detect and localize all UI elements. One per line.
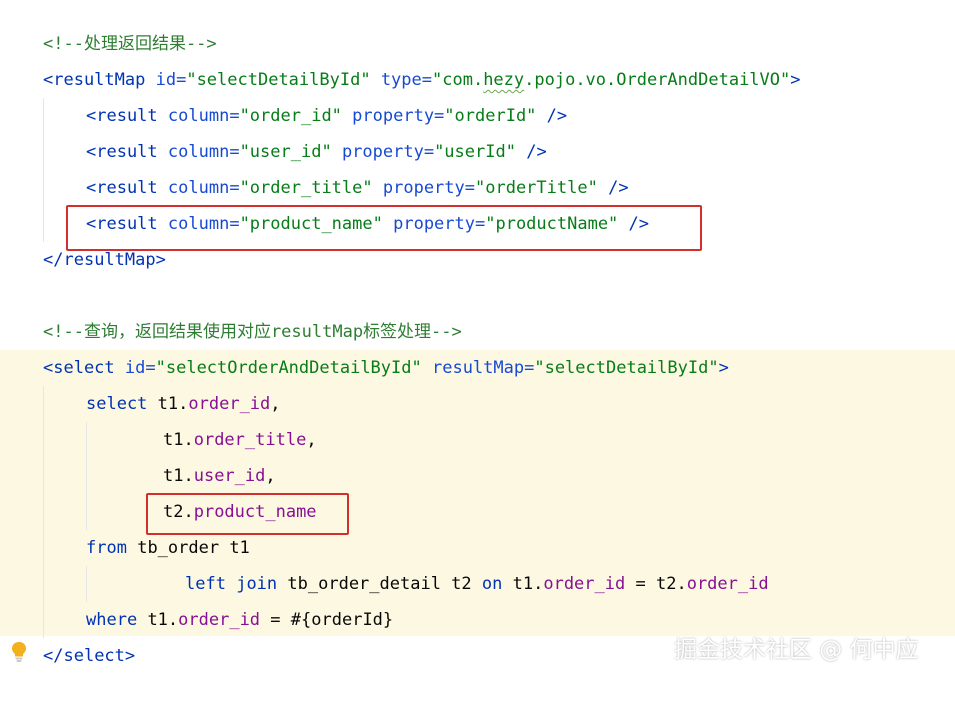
code-line-result: <result column="order_title" property="o… — [0, 170, 955, 206]
code-line-sql: from tb_order t1 — [0, 530, 955, 566]
select-open-tag: <select id="selectOrderAndDetailById" re… — [43, 358, 729, 378]
code-line-sql: left join tb_order_detail t2 on t1.order… — [0, 566, 955, 602]
resultmap-close-tag: </resultMap> — [43, 250, 166, 270]
code-line-sql: select t1.order_id, — [0, 386, 955, 422]
sql-where: where t1.order_id = #{orderId} — [86, 610, 394, 630]
code-line-result: <result column="user_id" property="userI… — [0, 134, 955, 170]
xml-comment: <!--处理返回结果--> — [43, 34, 217, 54]
xml-comment: <!--查询，返回结果使用对应resultMap标签处理--> — [43, 322, 462, 342]
code-line-resultmap-close: </resultMap> — [0, 242, 955, 278]
spellcheck-squiggle: hezy — [483, 70, 525, 90]
code-line-sql: t1.user_id, — [0, 458, 955, 494]
code-line-select-open: <select id="selectOrderAndDetailById" re… — [0, 350, 955, 386]
resultmap-open-tag: <resultMap id="selectDetailById" type="c… — [43, 70, 801, 90]
code-line-comment2: <!--查询，返回结果使用对应resultMap标签处理--> — [0, 314, 955, 350]
sql-select: select t1.order_id, — [86, 394, 281, 414]
code-line-result: <result column="order_id" property="orde… — [0, 98, 955, 134]
watermark: 掘金技术社区 @ 何中应 — [674, 637, 919, 663]
code-line-sql: t1.order_title, — [0, 422, 955, 458]
result-tag: <result column="user_id" property="userI… — [86, 142, 547, 162]
result-tag: <result column="order_id" property="orde… — [86, 106, 568, 126]
lightbulb-icon[interactable] — [10, 641, 28, 663]
sql-column: t1.order_title, — [163, 430, 317, 450]
result-tag: <result column="order_title" property="o… — [86, 178, 629, 198]
sql-left-join: left join tb_order_detail t2 on t1.order… — [185, 574, 769, 594]
code-line-resultmap-open: <resultMap id="selectDetailById" type="c… — [0, 62, 955, 98]
sql-from: from tb_order t1 — [86, 538, 250, 558]
highlight-box-product-name-column — [146, 493, 349, 535]
sql-column: t1.user_id, — [163, 466, 276, 486]
code-line-comment1: <!--处理返回结果--> — [0, 26, 955, 62]
select-close-tag: </select> — [43, 646, 136, 666]
code-line-sql: t2.product_name — [0, 494, 955, 530]
